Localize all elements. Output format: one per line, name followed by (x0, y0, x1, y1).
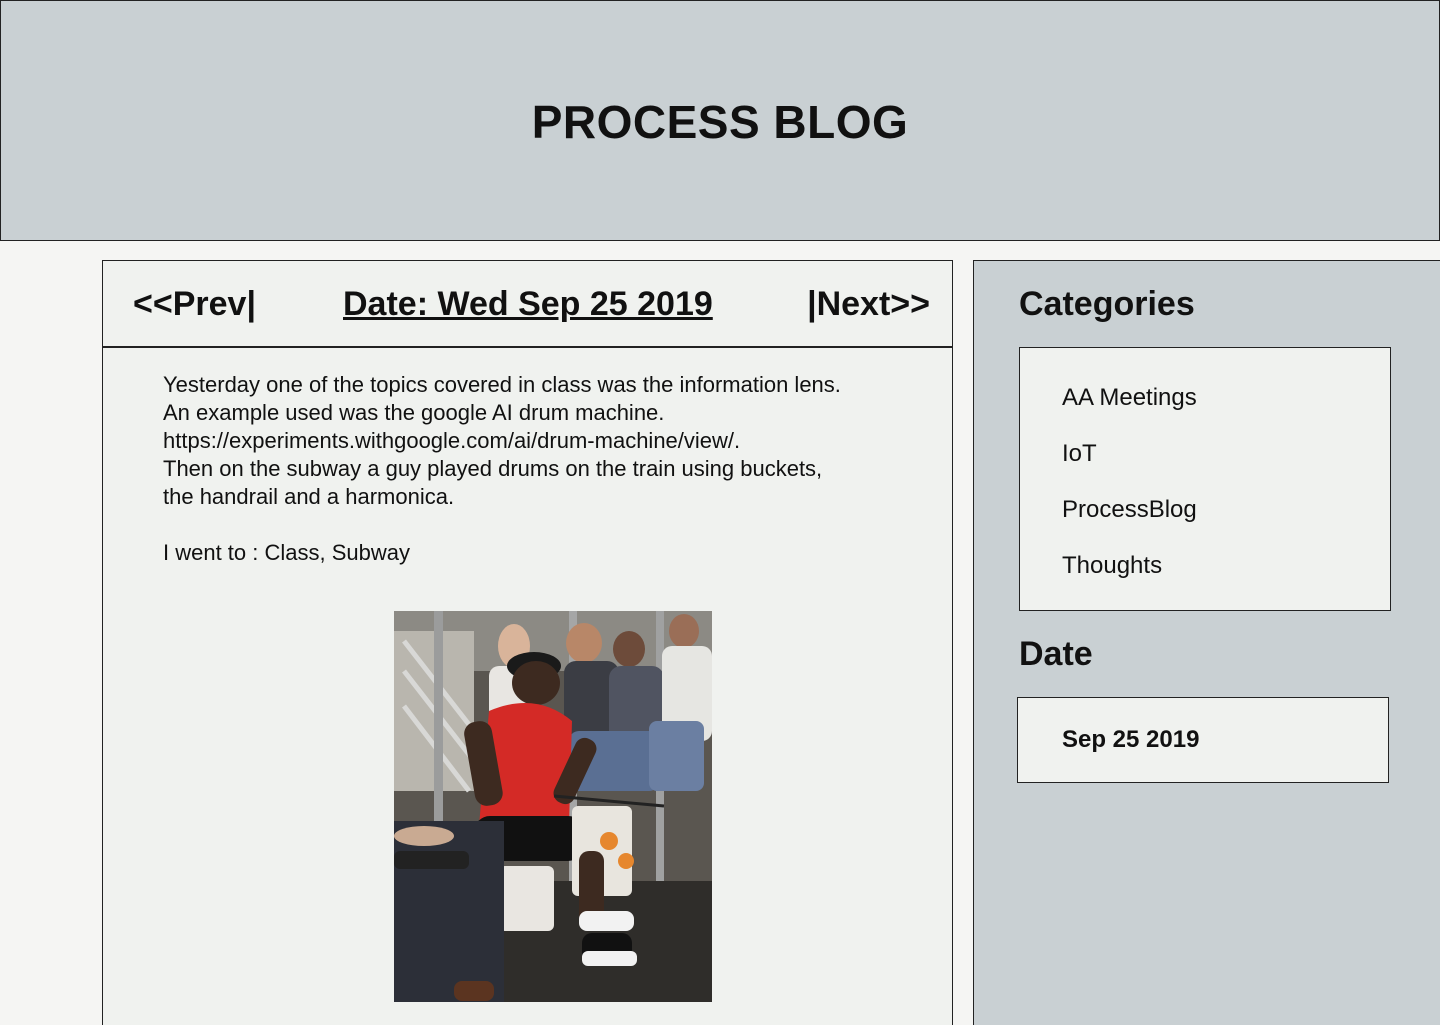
post-panel: <<Prev| Date: Wed Sep 25 2019 |Next>> Ye… (102, 260, 953, 1025)
prev-link[interactable]: <<Prev| (133, 285, 256, 324)
category-thoughts[interactable]: Thoughts (1062, 552, 1162, 580)
category-processblog[interactable]: ProcessBlog (1062, 496, 1197, 524)
date-list: Sep 25 2019 (1017, 697, 1389, 783)
post-went-to: I went to : Class, Subway (163, 540, 410, 565)
post-line: the handrail and a harmonica. (163, 484, 455, 509)
categories-list: AA Meetings IoT ProcessBlog Thoughts (1019, 347, 1391, 611)
date-item-sep-25-2019[interactable]: Sep 25 2019 (1062, 726, 1199, 754)
subway-drummer-photo (394, 611, 712, 1002)
page-header: PROCESS BLOG (0, 0, 1440, 241)
post-line: Then on the subway a guy played drums on… (163, 456, 823, 481)
date-heading: Date (1019, 635, 1093, 673)
category-iot[interactable]: IoT (1062, 440, 1097, 468)
post-date-link[interactable]: Date: Wed Sep 25 2019 (343, 285, 713, 324)
post-navigation: <<Prev| Date: Wed Sep 25 2019 |Next>> (103, 261, 952, 348)
category-aa-meetings[interactable]: AA Meetings (1062, 384, 1197, 412)
post-line: Yesterday one of the topics covered in c… (163, 372, 841, 397)
page-title: PROCESS BLOG (531, 96, 909, 148)
post-body: Yesterday one of the topics covered in c… (163, 371, 923, 511)
categories-heading: Categories (1019, 285, 1195, 323)
next-link[interactable]: |Next>> (807, 285, 930, 324)
post-line: An example used was the google AI drum m… (163, 400, 665, 425)
post-line: https://experiments.withgoogle.com/ai/dr… (163, 428, 741, 453)
sidebar: Categories AA Meetings IoT ProcessBlog T… (973, 260, 1440, 1025)
